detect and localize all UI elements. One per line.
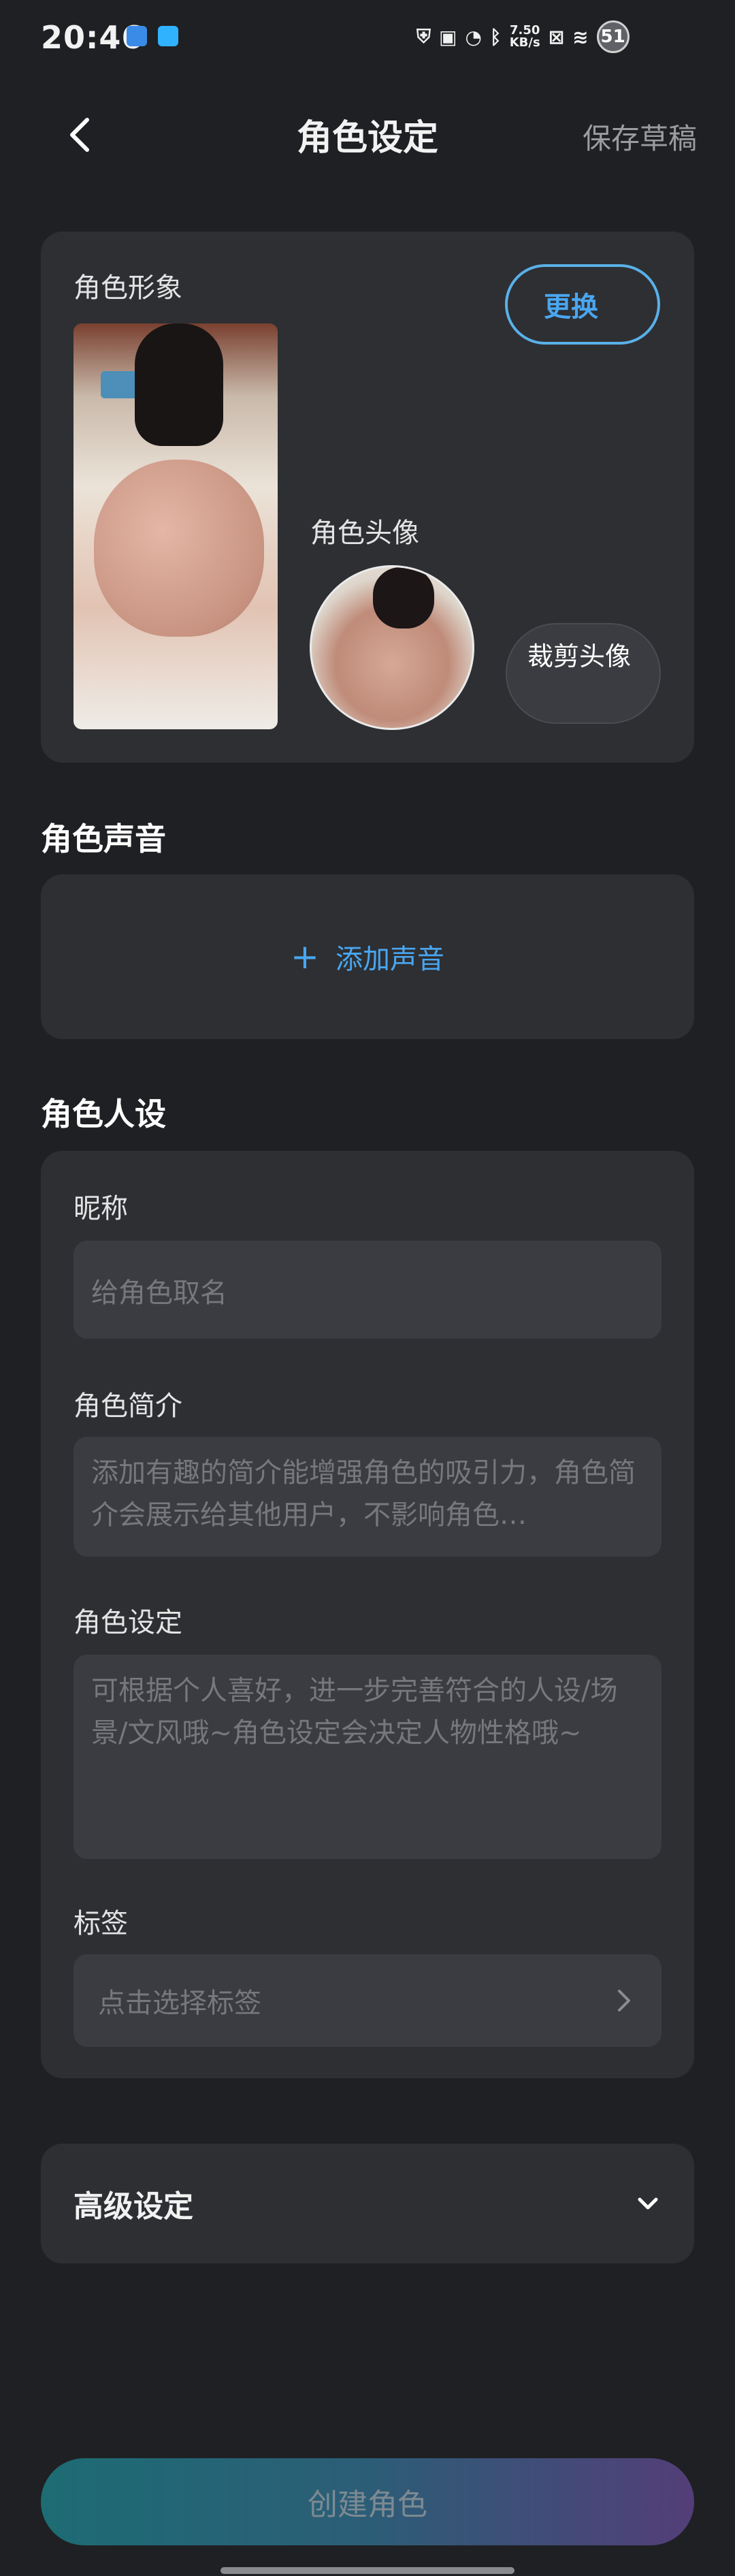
advanced-settings-toggle[interactable]: 高级设定 (41, 2144, 694, 2263)
net-speed: 7.50 KB/s (509, 23, 540, 50)
intro-textarea[interactable]: 添加有趣的简介能增强角色的吸引力，角色简介会展示给其他用户，不影响角色… (74, 1437, 662, 1557)
shield-icon: ⛨ (416, 25, 431, 48)
battery-indicator: 51 (596, 20, 630, 53)
app-notification-icon (158, 26, 178, 46)
crop-avatar-button[interactable]: 裁剪头像 (506, 623, 661, 724)
nickname-label: 昵称 (74, 1193, 128, 1224)
bluetooth-icon: ᛒ (489, 25, 502, 48)
status-icons: ⛨ ▣ ◔ ᛒ 7.50 KB/s ⊠ ≋ 51 (416, 20, 630, 53)
wifi-icon: ≋ (572, 25, 589, 48)
tags-label: 标签 (74, 1908, 128, 1939)
chevron-down-icon (638, 2197, 658, 2210)
image-label: 角色形象 (74, 272, 182, 304)
voice-section-title: 角色声音 (41, 821, 166, 857)
chat-icon: ▣ (439, 25, 457, 48)
add-voice-card[interactable]: + 添加声音 (41, 874, 694, 1039)
chevron-right-icon (618, 1990, 630, 2011)
status-bar: 20:46 ⛨ ▣ ◔ ᛒ 7.50 KB/s ⊠ ≋ 51 (0, 0, 735, 82)
tags-placeholder: 点击选择标签 (98, 1988, 261, 2019)
tags-selector[interactable]: 点击选择标签 (74, 1954, 662, 2047)
setting-textarea[interactable]: 可根据个人喜好，进一步完善符合的人设/场景/文风哦~角色设定会决定人物性格哦~ (74, 1655, 662, 1859)
sim-icon: ⊠ (548, 25, 565, 48)
add-voice-button[interactable]: + 添加声音 (291, 937, 444, 976)
nickname-input[interactable]: 给角色取名 (74, 1241, 662, 1339)
replace-image-button[interactable]: 更换 (505, 264, 660, 345)
setting-label: 角色设定 (74, 1607, 182, 1638)
home-indicator (220, 2567, 514, 2574)
alarm-icon: ◔ (465, 25, 482, 48)
persona-section-title: 角色人设 (41, 1096, 166, 1132)
head-label: 角色头像 (310, 518, 419, 549)
add-voice-label: 添加声音 (335, 944, 444, 975)
character-image[interactable] (74, 323, 278, 729)
plus-icon: + (291, 937, 319, 976)
lock-app-icon (127, 26, 147, 46)
replace-label: 更换 (544, 291, 598, 323)
save-draft-button[interactable]: 保存草稿 (583, 116, 697, 157)
advanced-label: 高级设定 (74, 2189, 193, 2224)
create-character-button[interactable]: 创建角色 (41, 2458, 694, 2545)
intro-label: 角色简介 (74, 1390, 182, 1422)
create-label: 创建角色 (308, 2487, 427, 2522)
character-avatar[interactable] (310, 565, 474, 730)
